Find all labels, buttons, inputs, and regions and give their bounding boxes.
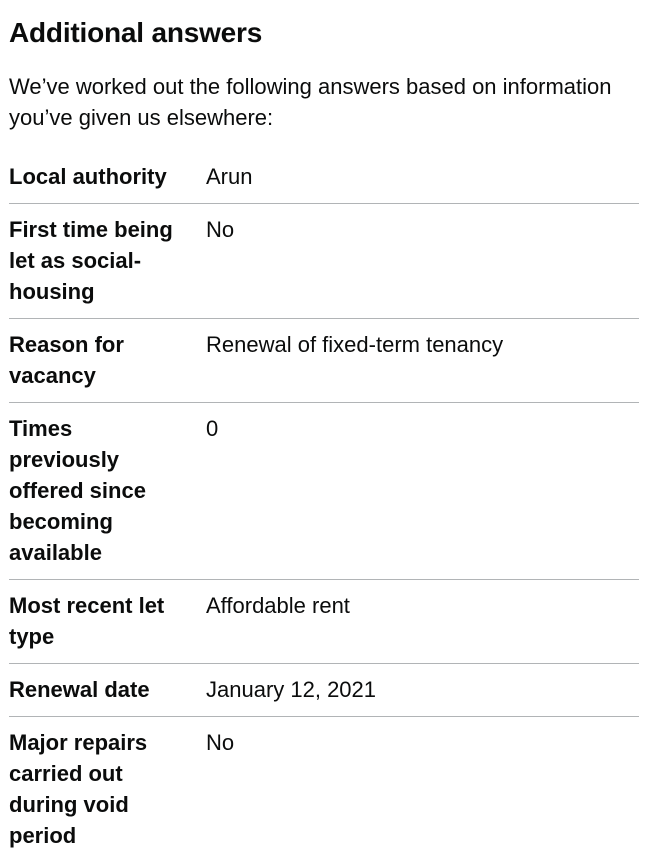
summary-key: Times previously offered since becoming … xyxy=(9,416,146,565)
summary-row-most-recent-let-type: Most recent let type Affordable rent xyxy=(9,580,639,664)
summary-key: Reason for vacancy xyxy=(9,332,124,388)
summary-row-renewal-date: Renewal date January 12, 2021 xyxy=(9,664,639,717)
summary-key: First time being let as social-housing xyxy=(9,217,173,304)
summary-value: 0 xyxy=(206,416,219,441)
summary-key: Major repairs carried out during void pe… xyxy=(9,730,148,848)
summary-key: Local authority xyxy=(9,164,167,189)
summary-row-local-authority: Local authority Arun xyxy=(9,161,639,204)
summary-row-major-repairs: Major repairs carried out during void pe… xyxy=(9,717,639,862)
summary-row-first-time-let: First time being let as social-housing N… xyxy=(9,204,639,319)
summary-value: No xyxy=(206,730,235,755)
intro-text: We’ve worked out the following answers b… xyxy=(9,74,612,130)
summary-key: Most recent let type xyxy=(9,593,165,649)
summary-row-reason-for-vacancy: Reason for vacancy Renewal of fixed-term… xyxy=(9,319,639,403)
summary-value: Renewal of fixed-term tenancy xyxy=(206,332,504,357)
additional-answers-section: Additional answers We’ve worked out the … xyxy=(9,0,639,862)
summary-value: Arun xyxy=(206,164,253,189)
summary-value: No xyxy=(206,217,235,242)
summary-row-times-previously-offered: Times previously offered since becoming … xyxy=(9,403,639,580)
summary-value: January 12, 2021 xyxy=(206,677,377,702)
summary-value: Affordable rent xyxy=(206,593,350,618)
page-title: Additional answers xyxy=(9,17,263,48)
summary-list: Local authority Arun First time being le… xyxy=(9,161,639,862)
summary-key: Renewal date xyxy=(9,677,150,702)
